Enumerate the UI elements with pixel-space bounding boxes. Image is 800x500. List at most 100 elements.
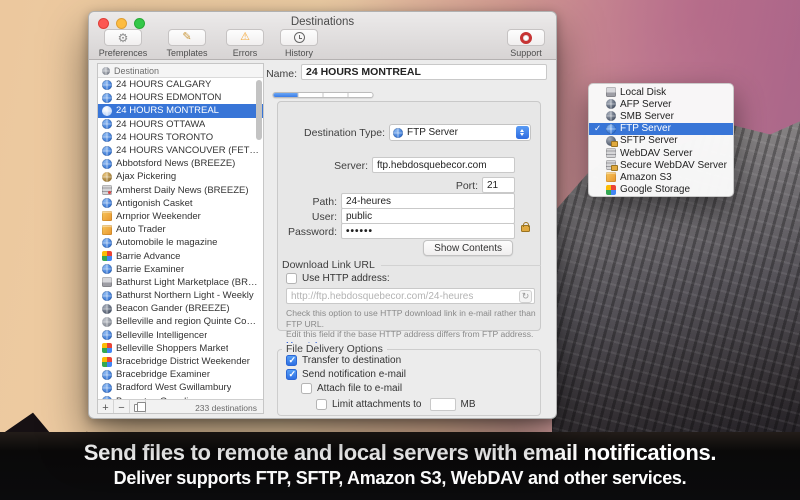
close-button[interactable] bbox=[98, 18, 109, 29]
list-item[interactable]: Bracebridge District Weekender bbox=[98, 355, 263, 368]
tab[interactable] bbox=[323, 93, 348, 97]
destination-icon bbox=[102, 238, 112, 248]
divider bbox=[381, 265, 541, 266]
list-item[interactable]: Auto Trader bbox=[98, 223, 263, 236]
delivery-option[interactable]: Send notification e-mail bbox=[286, 369, 475, 380]
list-item[interactable]: Bradford West Gwillambury bbox=[98, 381, 263, 394]
use-http-checkbox[interactable]: Use HTTP address: bbox=[286, 273, 390, 284]
destination-icon bbox=[102, 291, 112, 301]
menu-item[interactable]: WebDAV Server bbox=[589, 147, 733, 159]
templates-button[interactable]: ✎ Templates bbox=[161, 29, 213, 58]
pencil-icon: ✎ bbox=[182, 32, 191, 43]
title-bar: Destinations ⚙ Preferences ✎ Templates ⚠… bbox=[89, 12, 556, 60]
destination-type-select[interactable]: FTP Server bbox=[389, 124, 531, 141]
list-item[interactable]: 24 HOURS TORONTO bbox=[98, 131, 263, 144]
zoom-button[interactable] bbox=[134, 18, 145, 29]
port-field[interactable] bbox=[482, 177, 515, 193]
menu-item-icon bbox=[606, 124, 616, 134]
traffic-lights bbox=[98, 18, 145, 29]
list-item[interactable]: Bracebridge Examiner bbox=[98, 368, 263, 381]
destination-label: Belleville and region Quinte Communit... bbox=[116, 316, 259, 327]
refresh-icon[interactable]: ↻ bbox=[519, 290, 532, 303]
list-item[interactable]: Belleville Shoppers Market bbox=[98, 342, 263, 355]
http-url-field[interactable] bbox=[286, 288, 535, 304]
minimize-button[interactable] bbox=[116, 18, 127, 29]
destination-icon bbox=[102, 198, 112, 208]
limit-field-wrap: MB bbox=[426, 398, 475, 411]
name-field[interactable] bbox=[301, 64, 547, 80]
menu-item[interactable]: Amazon S3 bbox=[589, 171, 733, 183]
destination-icon bbox=[102, 185, 112, 195]
menu-item-label: SFTP Server bbox=[620, 135, 678, 146]
list-item[interactable]: Barrie Examiner bbox=[98, 263, 263, 276]
menu-item[interactable]: AFP Server bbox=[589, 98, 733, 110]
menu-item-label: Amazon S3 bbox=[620, 172, 672, 183]
destination-icon bbox=[102, 317, 112, 327]
list-item[interactable]: Beacon Gander (BREEZE) bbox=[98, 302, 263, 315]
list-scrollbar-thumb[interactable] bbox=[256, 80, 262, 140]
destination-list: Destination 24 HOURS CALGARY 24 HOURS ED… bbox=[97, 63, 264, 414]
destination-type-menu: Local Disk AFP Server SMB Server ✓ FTP S… bbox=[588, 83, 734, 197]
destination-icon bbox=[102, 383, 112, 393]
menu-item[interactable]: ✓ FTP Server bbox=[589, 123, 733, 135]
menu-item[interactable]: Secure WebDAV Server bbox=[589, 159, 733, 171]
list-item[interactable]: 24 HOURS VANCOUVER (FETCH) bbox=[98, 144, 263, 157]
list-item[interactable]: Antigonish Casket bbox=[98, 197, 263, 210]
list-item[interactable]: Brampton Guardian bbox=[98, 395, 263, 400]
list-item[interactable]: Amherst Daily News (BREEZE) bbox=[98, 184, 263, 197]
menu-item-icon bbox=[606, 99, 616, 109]
destination-icon bbox=[102, 357, 112, 367]
remove-destination-button[interactable]: − bbox=[114, 400, 130, 414]
list-item[interactable]: Bathurst Northern Light - Weekly bbox=[98, 289, 263, 302]
menu-item[interactable]: Local Disk bbox=[589, 86, 733, 98]
list-item[interactable]: 24 HOURS MONTREAL bbox=[98, 104, 263, 117]
checkbox-icon bbox=[286, 369, 297, 380]
destination-icon bbox=[102, 159, 112, 169]
path-label: Path: bbox=[277, 196, 337, 208]
delivery-option[interactable]: Attach file to e-mail bbox=[301, 383, 475, 394]
destination-icon bbox=[102, 264, 112, 274]
destination-icon bbox=[102, 119, 112, 129]
add-destination-button[interactable]: + bbox=[98, 400, 114, 414]
list-item[interactable]: 24 HOURS OTTAWA bbox=[98, 118, 263, 131]
toolbar-left: ⚙ Preferences ✎ Templates ⚠ Errors Histo… bbox=[97, 29, 321, 58]
preferences-button[interactable]: ⚙ Preferences bbox=[97, 29, 149, 58]
download-section-title: Download Link URL bbox=[282, 259, 375, 271]
server-field[interactable] bbox=[372, 157, 515, 173]
list-item[interactable]: Belleville Intelligencer bbox=[98, 329, 263, 342]
menu-item[interactable]: Google Storage bbox=[589, 184, 733, 196]
tab[interactable] bbox=[298, 93, 323, 97]
password-field[interactable] bbox=[341, 223, 515, 239]
path-field[interactable] bbox=[341, 193, 515, 209]
delivery-option[interactable]: Transfer to destination bbox=[286, 355, 475, 366]
list-item[interactable]: Barrie Advance bbox=[98, 249, 263, 262]
support-button[interactable]: Support bbox=[504, 29, 548, 58]
checkbox-icon bbox=[316, 399, 327, 410]
lock-icon bbox=[521, 225, 530, 232]
list-item[interactable]: Arnprior Weekender bbox=[98, 210, 263, 223]
tab[interactable] bbox=[273, 93, 298, 97]
list-item[interactable]: Ajax Pickering bbox=[98, 170, 263, 183]
destination-label: Bracebridge District Weekender bbox=[116, 356, 250, 367]
list-item[interactable]: Automobile le magazine bbox=[98, 236, 263, 249]
tab[interactable] bbox=[348, 93, 372, 97]
list-item[interactable]: 24 HOURS EDMONTON bbox=[98, 91, 263, 104]
menu-item-icon bbox=[606, 136, 616, 146]
tab-bar bbox=[272, 92, 373, 98]
duplicate-destination-button[interactable] bbox=[130, 400, 146, 414]
menu-item-icon bbox=[606, 185, 616, 195]
show-contents-button[interactable]: Show Contents bbox=[423, 240, 513, 256]
menu-item[interactable]: SMB Server bbox=[589, 110, 733, 122]
delivery-option[interactable]: Limit attachments to MB bbox=[316, 398, 475, 411]
destination-label: 24 HOURS VANCOUVER (FETCH) bbox=[116, 145, 259, 156]
list-item[interactable]: Bathurst Light Marketplace (BREEZE) bbox=[98, 276, 263, 289]
list-item[interactable]: Belleville and region Quinte Communit... bbox=[98, 315, 263, 328]
user-field[interactable] bbox=[341, 208, 515, 224]
menu-item[interactable]: SFTP Server bbox=[589, 135, 733, 147]
errors-button[interactable]: ⚠ Errors bbox=[225, 29, 265, 58]
destination-label: Auto Trader bbox=[116, 224, 166, 235]
destination-icon bbox=[102, 146, 112, 156]
history-button[interactable]: History bbox=[277, 29, 321, 58]
list-item[interactable]: Abbotsford News (BREEZE) bbox=[98, 157, 263, 170]
limit-value-field[interactable] bbox=[430, 398, 456, 411]
